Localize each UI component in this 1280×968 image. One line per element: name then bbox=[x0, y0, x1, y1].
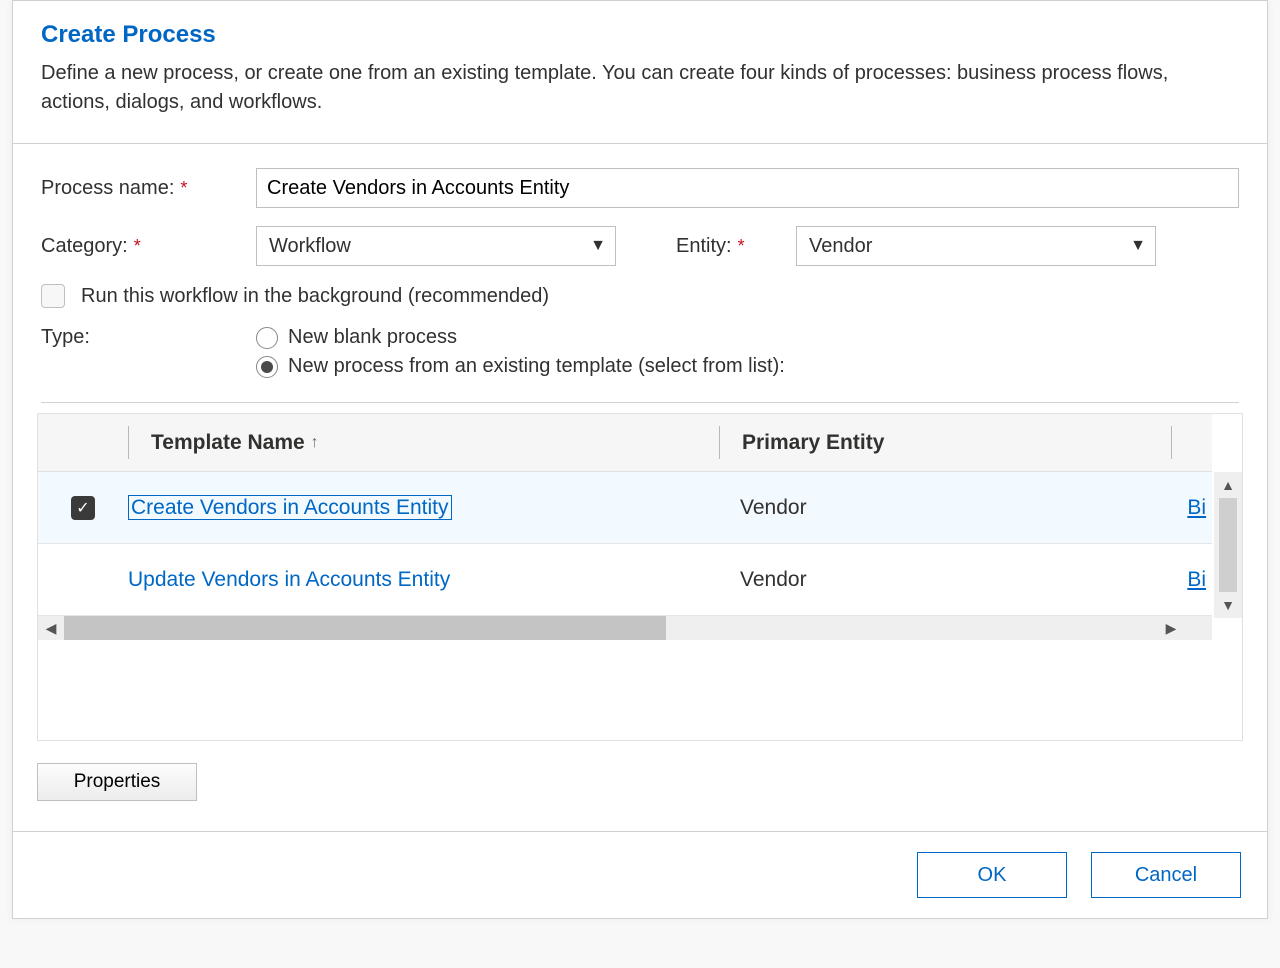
process-name-row: Process name: * bbox=[41, 168, 1239, 208]
background-row: Run this workflow in the background (rec… bbox=[41, 284, 1239, 308]
required-asterisk: * bbox=[134, 236, 141, 257]
template-name-link[interactable]: Update Vendors in Accounts Entity bbox=[128, 568, 450, 591]
required-asterisk: * bbox=[180, 178, 187, 199]
scroll-right-icon[interactable]: ▶ bbox=[1158, 616, 1184, 640]
template-grid: Template Name ↑ Primary Entity ✓ bbox=[37, 413, 1243, 741]
horizontal-scrollbar-thumb[interactable] bbox=[64, 616, 666, 640]
template-owner-peek[interactable]: Bi bbox=[1176, 496, 1212, 520]
category-select[interactable]: Workflow ▼ bbox=[256, 226, 616, 266]
grid-empty-space bbox=[38, 640, 1242, 740]
column-divider bbox=[1171, 426, 1172, 459]
required-asterisk: * bbox=[738, 236, 745, 257]
vertical-scrollbar-thumb[interactable] bbox=[1219, 498, 1237, 592]
column-header-entity[interactable]: Primary Entity bbox=[720, 431, 1171, 455]
type-radio-template-label: New process from an existing template (s… bbox=[288, 355, 785, 378]
table-row[interactable]: ✓ Create Vendors in Accounts Entity Vend… bbox=[38, 472, 1212, 544]
dialog-title: Create Process bbox=[41, 21, 1239, 49]
cancel-button[interactable]: Cancel bbox=[1091, 852, 1241, 898]
template-owner-peek[interactable]: Bi bbox=[1176, 568, 1212, 592]
column-header-entity-label: Primary Entity bbox=[742, 431, 884, 454]
scroll-left-icon[interactable]: ◀ bbox=[38, 616, 64, 640]
category-value: Workflow bbox=[256, 226, 616, 266]
entity-value: Vendor bbox=[796, 226, 1156, 266]
dialog-header: Create Process Define a new process, or … bbox=[13, 1, 1267, 144]
process-name-label: Process name: bbox=[41, 177, 174, 200]
row-checkbox-checked[interactable]: ✓ bbox=[71, 496, 95, 520]
category-entity-row: Category: * Workflow ▼ Entity: * Vendor … bbox=[41, 226, 1239, 266]
check-icon: ✓ bbox=[76, 498, 89, 518]
sort-ascending-icon: ↑ bbox=[311, 434, 319, 452]
type-radio-template[interactable] bbox=[256, 356, 278, 378]
dialog-description: Define a new process, or create one from… bbox=[41, 59, 1239, 117]
column-header-name-label: Template Name bbox=[151, 431, 305, 455]
process-name-input[interactable] bbox=[256, 168, 1239, 208]
divider bbox=[41, 402, 1239, 403]
background-checkbox[interactable] bbox=[41, 284, 65, 308]
type-row: Type: New blank process New process from… bbox=[41, 326, 1239, 378]
category-label: Category: bbox=[41, 235, 128, 258]
ok-button[interactable]: OK bbox=[917, 852, 1067, 898]
entity-select[interactable]: Vendor ▼ bbox=[796, 226, 1156, 266]
type-label: Type: bbox=[41, 326, 256, 378]
scroll-down-icon[interactable]: ▼ bbox=[1214, 592, 1242, 618]
horizontal-scrollbar[interactable]: ◀ ▶ bbox=[38, 616, 1212, 640]
dialog-footer: OK Cancel bbox=[13, 831, 1267, 918]
template-name-link[interactable]: Create Vendors in Accounts Entity bbox=[128, 495, 452, 520]
table-row[interactable]: Update Vendors in Accounts Entity Vendor… bbox=[38, 544, 1212, 616]
type-radio-blank-label: New blank process bbox=[288, 326, 457, 349]
grid-header-row: Template Name ↑ Primary Entity bbox=[38, 414, 1212, 472]
properties-button[interactable]: Properties bbox=[37, 763, 197, 801]
form-area: Process name: * Category: * Workflow ▼ E… bbox=[13, 144, 1267, 403]
template-entity-cell: Vendor bbox=[718, 496, 1176, 520]
vertical-scrollbar[interactable]: ▲ ▼ bbox=[1214, 472, 1242, 618]
horizontal-scrollbar-track[interactable] bbox=[64, 616, 1158, 640]
type-radio-blank[interactable] bbox=[256, 327, 278, 349]
entity-label: Entity: bbox=[676, 235, 732, 258]
template-entity-cell: Vendor bbox=[718, 568, 1176, 592]
column-header-name[interactable]: Template Name ↑ bbox=[129, 431, 719, 455]
create-process-dialog: Create Process Define a new process, or … bbox=[12, 0, 1268, 919]
grid-body: ✓ Create Vendors in Accounts Entity Vend… bbox=[38, 472, 1212, 616]
background-checkbox-label: Run this workflow in the background (rec… bbox=[81, 285, 549, 308]
scroll-up-icon[interactable]: ▲ bbox=[1214, 472, 1242, 498]
